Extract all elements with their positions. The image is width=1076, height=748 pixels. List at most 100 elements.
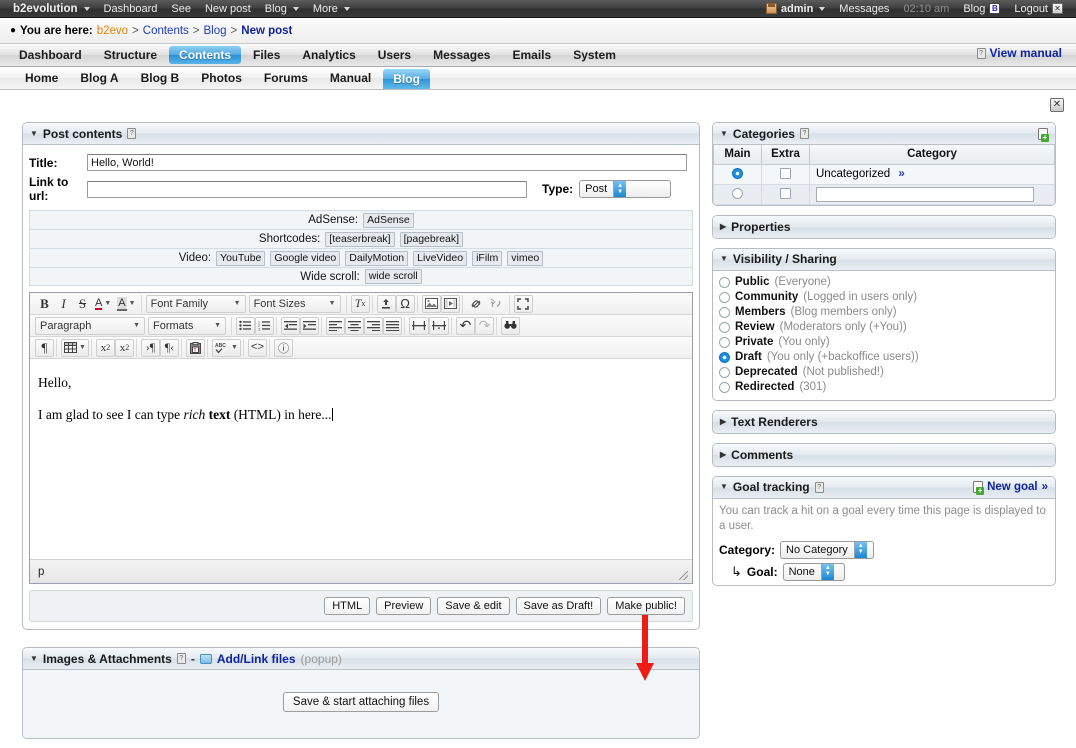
comments-header[interactable]: ▶ Comments: [713, 443, 1055, 466]
adsense-chip[interactable]: AdSense: [363, 212, 414, 228]
breadcrumb-item-contents[interactable]: Contents: [143, 25, 189, 37]
save-and-start-attaching-button[interactable]: Save & start attaching files: [282, 692, 440, 712]
main-radio-cell[interactable]: [713, 183, 762, 205]
radio-review[interactable]: [719, 321, 730, 333]
evobar-item-blog[interactable]: Blog: [258, 0, 306, 18]
tab-messages[interactable]: Messages: [422, 44, 501, 66]
main-radio-cell[interactable]: [713, 163, 762, 185]
tab-emails[interactable]: Emails: [501, 44, 562, 66]
rtl-direction-icon[interactable]: ¶‹: [159, 338, 179, 357]
extra-checkbox-uncategorized[interactable]: [780, 167, 791, 179]
evobar-item-blog-right[interactable]: Blog B: [956, 0, 1007, 18]
help-icon[interactable]: ?: [127, 128, 137, 139]
new-goal-link[interactable]: New goal »: [973, 481, 1048, 495]
search-replace-icon[interactable]: [501, 316, 520, 335]
make-public-button[interactable]: Make public!: [607, 597, 685, 615]
tab-files[interactable]: Files: [242, 44, 291, 66]
insert-video-icon[interactable]: [440, 294, 460, 313]
new-category-icon[interactable]: [1038, 127, 1049, 142]
align-center-icon[interactable]: [345, 316, 364, 335]
editor-element-path[interactable]: p: [38, 566, 44, 578]
subscript-icon[interactable]: x2: [95, 338, 115, 357]
visibility-option-community[interactable]: Community (Logged in users only): [719, 290, 1049, 305]
insert-link-icon[interactable]: [467, 295, 487, 313]
insert-teaserbreak-icon[interactable]: [409, 316, 429, 335]
title-input[interactable]: [87, 154, 687, 171]
video-chip-youtube[interactable]: YouTube: [216, 250, 266, 266]
font-family-select[interactable]: Font Family ▼: [145, 294, 246, 313]
align-left-icon[interactable]: [326, 316, 345, 335]
subtab-blog-b[interactable]: Blog B: [130, 67, 191, 89]
text-renderers-header[interactable]: ▶ Text Renderers: [713, 410, 1055, 433]
upload-icon[interactable]: [376, 294, 396, 313]
source-code-icon[interactable]: <>: [247, 338, 268, 357]
paste-as-text-icon[interactable]: T: [185, 338, 205, 357]
subtab-photos[interactable]: Photos: [190, 67, 253, 89]
evobar-logout[interactable]: Logout ✕: [1007, 0, 1070, 18]
main-radio-uncategorized[interactable]: [732, 167, 743, 179]
video-chip-dailymotion[interactable]: DailyMotion: [345, 250, 409, 266]
clear-formatting-icon[interactable]: Tx: [350, 294, 370, 313]
breadcrumb-item-b2evo[interactable]: b2evo: [97, 25, 128, 37]
tab-contents[interactable]: Contents: [169, 46, 242, 64]
properties-header[interactable]: ▶ Properties: [713, 215, 1055, 238]
html-button[interactable]: HTML: [324, 597, 371, 615]
outdent-icon[interactable]: [281, 316, 300, 335]
align-justify-icon[interactable]: [383, 316, 402, 335]
evobar-user-menu[interactable]: admin: [759, 0, 832, 18]
tab-users[interactable]: Users: [367, 44, 422, 66]
properties-panel[interactable]: ▶ Properties: [712, 214, 1056, 239]
paragraph-style-select[interactable]: Paragraph ▼: [35, 316, 145, 335]
subtab-blog[interactable]: Blog: [383, 69, 430, 89]
goal-select[interactable]: None ▲ ▼: [782, 562, 845, 581]
subtab-blog-a[interactable]: Blog A: [69, 67, 129, 89]
indent-icon[interactable]: [300, 316, 319, 335]
triangle-down-icon[interactable]: ▼: [720, 255, 728, 263]
special-character-icon[interactable]: Ω: [395, 294, 415, 313]
view-manual-link[interactable]: ? View manual: [976, 46, 1062, 60]
add-link-files-link[interactable]: Add/Link files: [217, 652, 296, 666]
fullscreen-icon[interactable]: [513, 294, 533, 313]
formats-select[interactable]: Formats ▼: [148, 316, 226, 335]
text-renderers-panel[interactable]: ▶ Text Renderers: [712, 409, 1056, 434]
help-icon[interactable]: ?: [814, 481, 824, 493]
triangle-down-icon[interactable]: ▼: [30, 654, 38, 663]
redo-icon[interactable]: ↷: [475, 316, 494, 335]
pagebreak-chip[interactable]: [pagebreak]: [399, 231, 464, 247]
radio-redirected[interactable]: [719, 381, 730, 393]
strikethrough-icon[interactable]: S: [73, 295, 92, 313]
superscript-icon[interactable]: x2: [114, 338, 134, 357]
italic-icon[interactable]: I: [54, 295, 73, 313]
video-chip-google-video[interactable]: Google video: [270, 250, 341, 266]
save-as-draft-button[interactable]: Save as Draft!: [515, 597, 602, 615]
type-select[interactable]: Post ▲ ▼: [579, 180, 672, 198]
align-right-icon[interactable]: [364, 316, 383, 335]
radio-deprecated[interactable]: [719, 366, 730, 378]
font-sizes-select[interactable]: Font Sizes ▼: [248, 294, 341, 313]
text-color-icon[interactable]: A ▼: [92, 295, 114, 313]
radio-private[interactable]: [719, 336, 730, 348]
evobar-item-dashboard[interactable]: Dashboard: [97, 0, 165, 18]
main-radio-new[interactable]: [732, 187, 743, 199]
visibility-option-private[interactable]: Private (You only): [719, 335, 1049, 350]
visibility-option-redirected[interactable]: Redirected (301): [719, 380, 1049, 395]
goal-category-select[interactable]: No Category ▲ ▼: [780, 540, 875, 559]
visibility-option-review[interactable]: Review (Moderators only (+You)): [719, 320, 1049, 335]
preview-button[interactable]: Preview: [376, 597, 432, 615]
insert-pagebreak-icon[interactable]: [429, 316, 449, 335]
visibility-option-deprecated[interactable]: Deprecated (Not published!): [719, 365, 1049, 380]
category-chevron-icon[interactable]: »: [898, 168, 904, 180]
radio-community[interactable]: [719, 291, 730, 303]
video-chip-ifilm[interactable]: iFilm: [472, 250, 503, 266]
help-icon[interactable]: ?: [799, 128, 809, 139]
numbered-list-icon[interactable]: 123: [255, 316, 274, 335]
show-invisible-characters-icon[interactable]: ¶: [35, 338, 54, 357]
wide-scroll-chip[interactable]: wide scroll: [364, 269, 422, 284]
triangle-down-icon[interactable]: ▼: [720, 483, 728, 491]
undo-icon[interactable]: ↶: [456, 316, 475, 335]
evobar-item-more[interactable]: More: [306, 0, 357, 18]
help-circle-icon[interactable]: ⓘ: [274, 338, 294, 357]
tab-system[interactable]: System: [562, 44, 627, 66]
evobar-item-see[interactable]: See: [164, 0, 198, 18]
tab-structure[interactable]: Structure: [93, 44, 168, 66]
